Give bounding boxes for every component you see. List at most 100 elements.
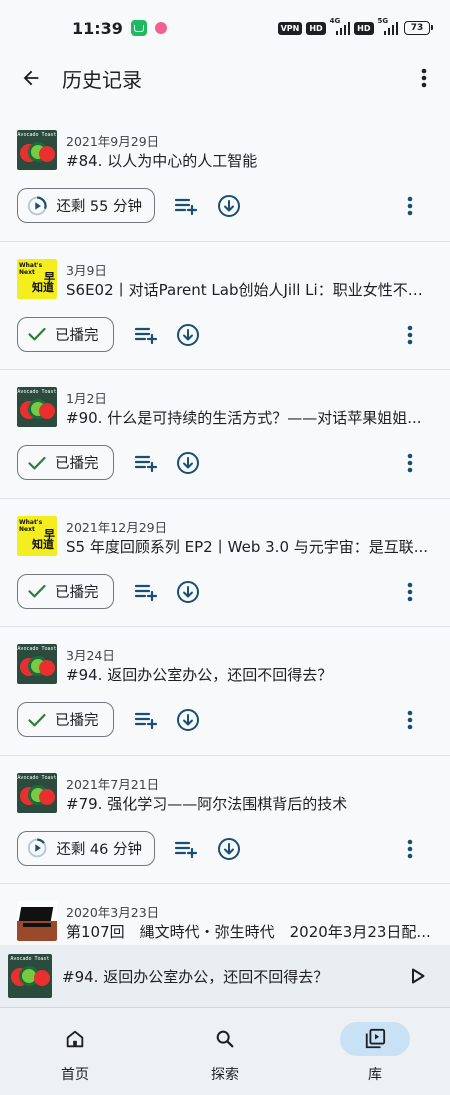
status-label: 已播完 bbox=[55, 327, 99, 344]
episode-more-button[interactable] bbox=[398, 450, 422, 476]
add-to-queue-button[interactable] bbox=[133, 322, 159, 348]
podcast-artwork[interactable]: What's Next 早知道 bbox=[17, 258, 57, 299]
episode-more-button[interactable] bbox=[398, 579, 422, 605]
episode-date: 2021年12月29日 bbox=[66, 519, 168, 535]
episode-date: 3月24日 bbox=[66, 648, 115, 663]
nav-home-label: 首页 bbox=[61, 1067, 89, 1083]
play-button[interactable] bbox=[408, 965, 428, 987]
download-icon bbox=[218, 195, 240, 217]
progress-play-icon bbox=[27, 196, 47, 215]
check-icon bbox=[28, 456, 46, 469]
played-status-button[interactable]: 已播完 bbox=[17, 573, 114, 609]
add-to-queue-icon bbox=[174, 841, 198, 858]
episode-row[interactable]: What's Next 早知道 3月9日 S6E02丨对话Parent Lab创始人J… bbox=[0, 242, 450, 370]
podcast-artwork[interactable]: Avocado Toast bbox=[17, 130, 57, 170]
arrow-left-icon bbox=[23, 70, 39, 86]
episode-row[interactable]: What's Next 早知道 2021年12月29日 S5 年度回顾系列 EP2丨W… bbox=[0, 499, 450, 627]
episode-title[interactable]: S5 年度回顾系列 EP2丨Web 3.0 与元宇宙：是互联... bbox=[66, 536, 436, 557]
played-status-button[interactable]: 已播完 bbox=[17, 702, 114, 737]
battery-icon: 73 bbox=[404, 21, 433, 35]
resume-play-button[interactable]: 还剩 55 分钟 bbox=[17, 188, 155, 223]
download-button[interactable] bbox=[175, 579, 201, 605]
status-time: 11:39 bbox=[72, 18, 123, 38]
status-label: 还剩 46 分钟 bbox=[56, 841, 142, 858]
podcast-artwork[interactable]: Avocado Toast bbox=[17, 772, 57, 813]
signal-icon: 5G bbox=[378, 17, 398, 35]
mini-player[interactable]: Avocado Toast #94. 返回办公室办公，还回不回得去？ bbox=[0, 945, 450, 1007]
overflow-menu-button[interactable] bbox=[412, 63, 436, 93]
play-icon bbox=[412, 968, 425, 984]
download-button[interactable] bbox=[216, 193, 242, 219]
history-list: Avocado Toast 2021年9月29日 #84. 以人为中心的人工智能 还剩… bbox=[0, 113, 450, 954]
check-icon bbox=[28, 327, 46, 341]
episode-title[interactable]: #90. 什么是可持续的生活方式？——对话苹果姐姐... bbox=[66, 407, 436, 428]
episode-more-button[interactable] bbox=[398, 707, 422, 733]
mini-player-title: #94. 返回办公室办公，还回不回得去？ bbox=[62, 967, 329, 986]
add-to-queue-button[interactable] bbox=[133, 450, 159, 476]
add-to-queue-icon bbox=[134, 712, 158, 730]
download-icon bbox=[177, 452, 199, 474]
more-vertical-icon bbox=[407, 325, 413, 344]
played-status-button[interactable]: 已播完 bbox=[17, 445, 114, 480]
more-vertical-icon bbox=[407, 582, 413, 601]
podcast-artwork[interactable]: Avocado Toast bbox=[17, 387, 57, 427]
download-icon bbox=[177, 580, 199, 603]
hd-icon: HD bbox=[354, 21, 374, 35]
mini-player-artwork: Avocado Toast bbox=[8, 954, 52, 998]
add-to-queue-button[interactable] bbox=[133, 707, 159, 733]
download-icon bbox=[177, 323, 199, 346]
download-button[interactable] bbox=[175, 450, 201, 476]
add-to-queue-button[interactable] bbox=[173, 193, 199, 219]
episode-row[interactable]: Avocado Toast 1月2日 #90. 什么是可持续的生活方式？——对话苹果… bbox=[0, 370, 450, 499]
podcast-artwork[interactable]: Avocado Toast bbox=[17, 644, 57, 684]
episode-row[interactable]: Avocado Toast 2021年7月21日 #79. 强化学习——阿尔法围棋背… bbox=[0, 756, 450, 884]
download-icon bbox=[177, 709, 199, 731]
download-button[interactable] bbox=[216, 836, 242, 862]
signal-icon: 4G bbox=[330, 17, 351, 35]
status-label: 已播完 bbox=[55, 713, 99, 729]
add-to-queue-button[interactable] bbox=[133, 579, 159, 605]
bottom-navigation: 首页 探索 库 bbox=[0, 1007, 450, 1095]
download-button[interactable] bbox=[175, 322, 201, 348]
episode-more-button[interactable] bbox=[398, 836, 422, 862]
home-icon bbox=[66, 1030, 84, 1048]
search-icon bbox=[216, 1030, 234, 1048]
add-to-queue-icon bbox=[134, 455, 158, 473]
status-label: 已播完 bbox=[55, 584, 99, 601]
status-bar: 11:39 VPN HD 4G HD 5G 73 bbox=[0, 0, 450, 56]
check-icon bbox=[28, 584, 46, 598]
episode-row[interactable]: 2020年3月23日 第107回 縄文時代・弥生時代 2020年3月23日配... bbox=[0, 884, 450, 954]
more-vertical-icon bbox=[407, 453, 413, 473]
nav-library[interactable]: 库 bbox=[300, 1008, 450, 1095]
episode-title[interactable]: S6E02丨对话Parent Lab创始人Jill Li：职业女性不必... bbox=[66, 279, 436, 300]
nav-explore[interactable]: 探索 bbox=[150, 1008, 300, 1095]
progress-play-icon bbox=[27, 838, 47, 858]
episode-title[interactable]: #79. 强化学习——阿尔法围棋背后的技术 bbox=[66, 793, 436, 814]
add-to-queue-button[interactable] bbox=[173, 836, 199, 862]
podcast-artwork[interactable] bbox=[17, 901, 57, 941]
page-title: 历史记录 bbox=[62, 67, 142, 92]
episode-title[interactable]: #94. 返回办公室办公，还回不回得去？ bbox=[66, 664, 436, 685]
episode-title[interactable]: #84. 以人为中心的人工智能 bbox=[66, 150, 436, 171]
podcast-artwork[interactable]: What's Next 早知道 bbox=[17, 515, 57, 556]
download-button[interactable] bbox=[175, 707, 201, 733]
episode-more-button[interactable] bbox=[398, 193, 422, 219]
episode-more-button[interactable] bbox=[398, 322, 422, 348]
hd-icon: HD bbox=[306, 21, 326, 35]
vpn-icon: VPN bbox=[277, 21, 303, 35]
top-app-bar: 历史记录 bbox=[0, 56, 450, 100]
nav-explore-label: 探索 bbox=[211, 1067, 239, 1083]
nav-home[interactable]: 首页 bbox=[0, 1008, 150, 1095]
back-button[interactable] bbox=[16, 63, 46, 93]
episode-title[interactable]: 第107回 縄文時代・弥生時代 2020年3月23日配... bbox=[66, 921, 436, 942]
episode-row[interactable]: Avocado Toast 2021年9月29日 #84. 以人为中心的人工智能 还剩… bbox=[0, 113, 450, 242]
episode-date: 3月9日 bbox=[66, 262, 107, 278]
status-label: 已播完 bbox=[55, 456, 99, 472]
played-status-button[interactable]: 已播完 bbox=[17, 316, 114, 352]
more-vertical-icon bbox=[407, 839, 413, 858]
episode-row[interactable]: Avocado Toast 3月24日 #94. 返回办公室办公，还回不回得去？ 已播… bbox=[0, 627, 450, 756]
status-label: 还剩 55 分钟 bbox=[56, 199, 142, 215]
check-icon bbox=[28, 713, 46, 726]
resume-play-button[interactable]: 还剩 46 分钟 bbox=[17, 830, 155, 866]
status-indicators: VPN HD 4G HD 5G 73 bbox=[277, 17, 433, 35]
